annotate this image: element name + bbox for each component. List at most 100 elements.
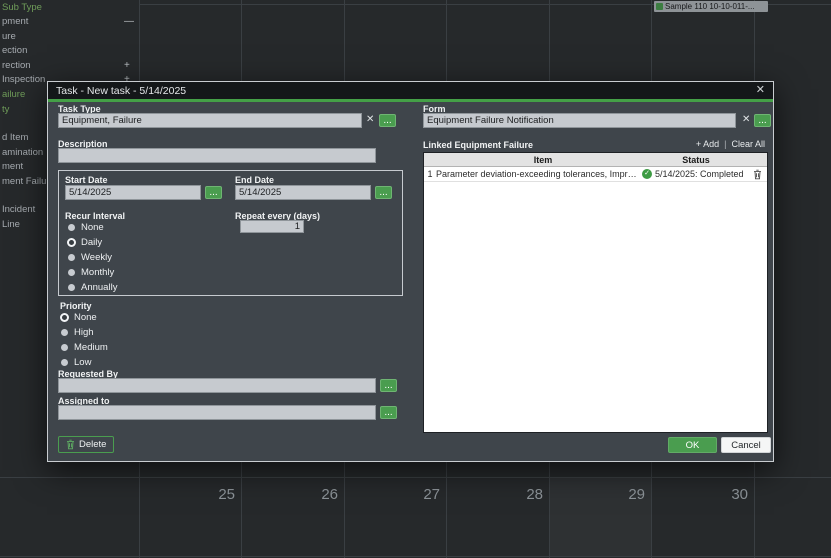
ok-button[interactable]: OK — [668, 437, 717, 453]
sidebar-item[interactable]: Sub Type — [0, 2, 138, 14]
radio-recur-none[interactable]: None — [67, 222, 104, 233]
sidebar-item-label: ment — [2, 161, 23, 172]
form-input[interactable] — [423, 113, 736, 128]
clear-form-icon[interactable]: ✕ — [742, 113, 750, 126]
start-date-picker-button[interactable]: ... — [205, 186, 222, 199]
calendar-day-cell[interactable]: 30 — [653, 486, 748, 503]
radio-label: None — [81, 222, 104, 233]
date-label: 25 — [218, 486, 235, 503]
radio-label: Medium — [74, 342, 108, 353]
calendar-day-cell[interactable]: 27 — [345, 486, 440, 503]
column-header-number — [424, 153, 436, 166]
clear-task-type-icon[interactable]: ✕ — [366, 113, 374, 126]
assigned-to-browse-button[interactable]: ... — [380, 406, 397, 419]
recur-interval-label: Recur Interval — [65, 211, 125, 221]
radio-label: Weekly — [81, 252, 112, 263]
end-date-picker-button[interactable]: ... — [375, 186, 392, 199]
sidebar-item[interactable]: ure — [0, 31, 138, 43]
add-linked-item-button[interactable]: + Add — [696, 139, 719, 149]
event-status-icon — [656, 3, 663, 10]
table-header: Item Status — [424, 153, 767, 167]
date-label: 30 — [731, 486, 748, 503]
start-date-label: Start Date — [65, 175, 108, 185]
event-label: Sample 110 10-10-011-... — [665, 2, 755, 11]
accent-bar — [48, 99, 773, 102]
radio-label: Annually — [81, 282, 117, 293]
calendar-event-chip[interactable]: Sample 110 10-10-011-... — [654, 1, 768, 12]
radio-recur-weekly[interactable]: Weekly — [67, 252, 112, 263]
sidebar-item-label: ection — [2, 45, 27, 56]
sidebar-item-label: Sub Type — [2, 2, 42, 13]
column-header-actions — [742, 153, 767, 166]
expand-toggle-icon[interactable]: — — [124, 16, 134, 27]
sidebar-item-label: pment — [2, 16, 28, 27]
description-input[interactable] — [58, 148, 376, 163]
calendar-screen: 25 26 27 28 29 30 Sample 110 10-10-011-.… — [0, 0, 831, 558]
calendar-day-cell[interactable]: 29 — [550, 486, 645, 503]
end-date-label: End Date — [235, 175, 274, 185]
delete-button-label: Delete — [79, 439, 106, 450]
sidebar-item[interactable]: pment — — [0, 16, 138, 28]
sidebar-item-label: d Item — [2, 132, 28, 143]
delete-row-icon[interactable] — [753, 169, 762, 180]
radio-icon — [61, 344, 68, 351]
column-header-item: Item — [436, 153, 650, 166]
radio-label: Monthly — [81, 267, 114, 278]
column-header-status: Status — [650, 153, 742, 166]
radio-priority-low[interactable]: Low — [60, 357, 91, 368]
dialog-titlebar: Task - New task - 5/14/2025 ✕ — [48, 82, 773, 99]
radio-priority-high[interactable]: High — [60, 327, 94, 338]
radio-selected-icon — [67, 238, 76, 247]
radio-selected-icon — [60, 313, 69, 322]
radio-priority-none[interactable]: None — [60, 312, 97, 323]
radio-label: None — [74, 312, 97, 323]
trash-icon — [66, 439, 75, 450]
radio-label: High — [74, 327, 94, 338]
table-row[interactable]: 1 Parameter deviation-exceeding toleranc… — [424, 167, 767, 182]
calendar-day-cell[interactable]: 26 — [243, 486, 338, 503]
priority-label: Priority — [60, 301, 92, 311]
radio-icon — [61, 329, 68, 336]
task-type-browse-button[interactable]: ... — [379, 114, 396, 127]
sidebar-item-label: Incident — [2, 204, 35, 215]
task-dialog: Task - New task - 5/14/2025 ✕ Task Type … — [47, 81, 774, 462]
linked-items-table: Item Status 1 Parameter deviation-exceed… — [423, 152, 768, 433]
radio-icon — [68, 254, 75, 261]
sidebar-item-label: amination — [2, 147, 43, 158]
sidebar-item-label: Inspection — [2, 74, 45, 85]
radio-priority-medium[interactable]: Medium — [60, 342, 108, 353]
cancel-button[interactable]: Cancel — [721, 437, 771, 453]
dialog-title: Task - New task - 5/14/2025 — [56, 85, 186, 97]
radio-label: Daily — [81, 237, 102, 248]
form-browse-button[interactable]: ... — [754, 114, 771, 127]
date-label: 29 — [628, 486, 645, 503]
date-label: 27 — [423, 486, 440, 503]
sidebar-item-label: ty — [2, 104, 9, 115]
calendar-day-cell[interactable]: 25 — [140, 486, 235, 503]
date-label: 26 — [321, 486, 338, 503]
expand-toggle-icon[interactable]: + — [124, 60, 130, 71]
radio-label: Low — [74, 357, 91, 368]
linked-actions: + Add | Clear All — [696, 139, 765, 149]
requested-by-input[interactable] — [58, 378, 376, 393]
calendar-day-cell[interactable]: 28 — [448, 486, 543, 503]
row-status-text: 5/14/2025: Completed — [655, 169, 744, 179]
sidebar-item[interactable]: ection — [0, 45, 138, 57]
sidebar-item-label: ailure — [2, 89, 25, 100]
requested-by-browse-button[interactable]: ... — [380, 379, 397, 392]
row-number: 1 — [424, 169, 436, 179]
close-icon[interactable]: ✕ — [756, 85, 765, 96]
clear-all-button[interactable]: Clear All — [731, 139, 765, 149]
radio-recur-daily[interactable]: Daily — [67, 237, 102, 248]
repeat-every-input[interactable] — [240, 220, 304, 233]
assigned-to-input[interactable] — [58, 405, 376, 420]
radio-recur-annually[interactable]: Annually — [67, 282, 117, 293]
task-type-input[interactable] — [58, 113, 362, 128]
radio-icon — [61, 359, 68, 366]
delete-button[interactable]: Delete — [58, 436, 114, 453]
sidebar-item-label: rection — [2, 60, 31, 71]
sidebar-item[interactable]: rection + — [0, 60, 138, 72]
radio-recur-monthly[interactable]: Monthly — [67, 267, 114, 278]
start-date-input[interactable] — [65, 185, 201, 200]
end-date-input[interactable] — [235, 185, 371, 200]
